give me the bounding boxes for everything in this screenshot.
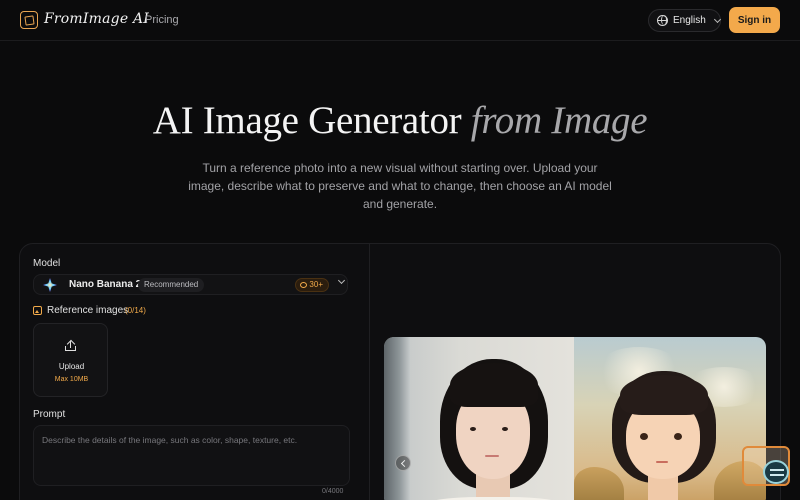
page-subtitle: Turn a reference photo into a new visual…	[188, 161, 612, 211]
sign-in-button[interactable]: Sign in	[729, 7, 780, 33]
chevron-down-icon	[713, 15, 721, 23]
coin-icon	[300, 282, 307, 288]
page-title-main: AI Image Generator	[152, 99, 462, 142]
model-label: Model	[33, 258, 61, 269]
logo-icon[interactable]	[20, 11, 38, 29]
page-title: AI Image Generator from Image	[0, 98, 800, 143]
model-selector[interactable]: Nano Banana 2 Recommended 30+	[33, 274, 348, 295]
compare-arrow-icon[interactable]	[395, 455, 411, 471]
reference-images-label: Reference images	[47, 305, 129, 316]
chat-support-icon	[763, 460, 789, 484]
chat-support-button[interactable]	[742, 446, 790, 486]
credits-badge: 30+	[295, 278, 329, 292]
upload-max-size: Max 10MB	[54, 376, 89, 383]
panel-divider	[369, 244, 370, 500]
nav-link-pricing[interactable]: Pricing	[145, 14, 179, 26]
upload-icon	[65, 339, 76, 352]
prompt-label: Prompt	[33, 409, 66, 420]
model-name: Nano Banana 2	[69, 279, 142, 290]
upload-button[interactable]: Upload Max 10MB	[33, 323, 108, 397]
credits-value: 30+	[309, 280, 323, 289]
logo-text[interactable]: FromImage AI	[44, 11, 149, 27]
sparkle-model-icon	[43, 278, 57, 292]
globe-icon	[657, 15, 668, 26]
chevron-down-icon	[337, 276, 346, 285]
generated-image	[574, 337, 766, 500]
prompt-char-count: 0/4000	[322, 488, 344, 495]
top-nav: FromImage AI Pricing English Sign in	[0, 0, 800, 41]
prompt-field[interactable]	[33, 425, 350, 486]
before-after-preview[interactable]	[384, 337, 766, 500]
prompt-input[interactable]	[42, 435, 342, 475]
recommended-badge: Recommended	[138, 278, 205, 292]
reference-images-count: (0/14)	[125, 306, 146, 315]
language-label: English	[673, 15, 706, 26]
upload-label: Upload	[58, 362, 85, 371]
image-icon	[33, 306, 42, 315]
reference-photo	[384, 337, 574, 500]
language-selector[interactable]: English	[648, 9, 721, 32]
page-title-accent: from Image	[470, 99, 648, 142]
